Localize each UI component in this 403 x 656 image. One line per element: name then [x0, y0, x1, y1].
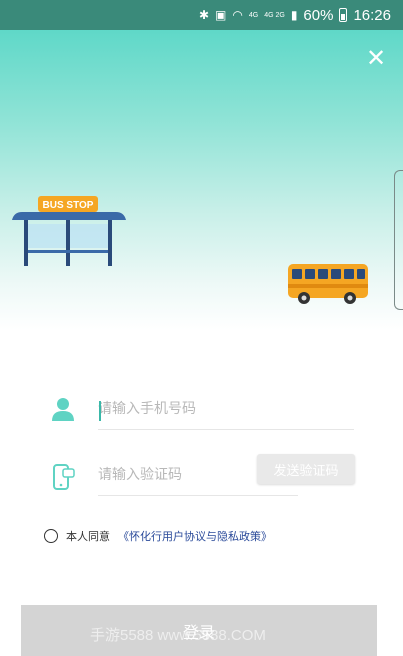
login-button[interactable]: 登录 — [21, 605, 377, 656]
user-icon-body — [52, 411, 74, 421]
bus-window — [305, 269, 315, 279]
network-type-label: 4G — [248, 11, 259, 19]
bus-stop-pole-left — [24, 220, 28, 266]
user-icon — [52, 398, 74, 421]
phone-sms-icon-bubble — [62, 468, 75, 478]
agreement-row: 本人同意 《怀化行用户协议与隐私政策》 — [44, 526, 272, 546]
bus-stop-roof — [12, 212, 126, 220]
phone-sms-icon — [53, 464, 75, 490]
send-code-button[interactable]: 发送验证码 — [257, 454, 355, 484]
phone-sms-icon-button — [59, 483, 63, 487]
phone-field-row — [50, 388, 355, 432]
bus-window — [331, 269, 341, 279]
bus-hubcap-rear — [347, 295, 353, 301]
bus-stop-glass-right — [70, 224, 108, 248]
battery-icon — [339, 8, 348, 22]
agreement-link[interactable]: 《怀化行用户协议与隐私政策》 — [118, 528, 272, 544]
nfc-icon: ▣ — [215, 8, 227, 22]
bus-window — [318, 269, 328, 279]
status-icons: ✱ ▣ ◠ 4G 4G 2G ▮ 60% 16:26 — [199, 7, 391, 24]
signal-icon: ▮ — [290, 8, 298, 22]
bus-window — [292, 269, 302, 279]
edge-panel-handle[interactable] — [394, 170, 403, 310]
bus-stop-pole-middle — [66, 220, 70, 266]
clock: 16:26 — [353, 6, 391, 24]
phone-input[interactable] — [98, 388, 354, 430]
bus-stop-glass-left — [28, 224, 66, 248]
bus-stop-illustration: BUS STOP — [12, 196, 126, 266]
text-caret — [99, 401, 101, 421]
agreement-radio[interactable] — [44, 529, 58, 543]
bus-window — [357, 269, 365, 279]
bus-window — [344, 269, 354, 279]
bus-hubcap-front — [301, 295, 307, 301]
close-icon[interactable]: ✕ — [364, 46, 388, 70]
bus-stop-pole-right — [108, 220, 112, 266]
battery-percent: 60% — [303, 6, 334, 24]
bluetooth-icon: ✱ — [198, 8, 210, 22]
bus-stop-bench — [28, 250, 108, 253]
user-icon-head — [57, 398, 69, 410]
network-type-label-2: 4G 2G — [264, 11, 285, 19]
bus-stripe — [288, 284, 368, 288]
bus-illustration — [288, 264, 368, 304]
bus-stop-sign-text: BUS STOP — [43, 200, 94, 211]
status-bar: ✱ ▣ ◠ 4G 4G 2G ▮ 60% 16:26 — [0, 0, 403, 30]
wifi-icon: ◠ — [232, 8, 243, 22]
agreement-label: 本人同意 — [66, 530, 110, 543]
login-button-label: 登录 — [182, 622, 215, 642]
